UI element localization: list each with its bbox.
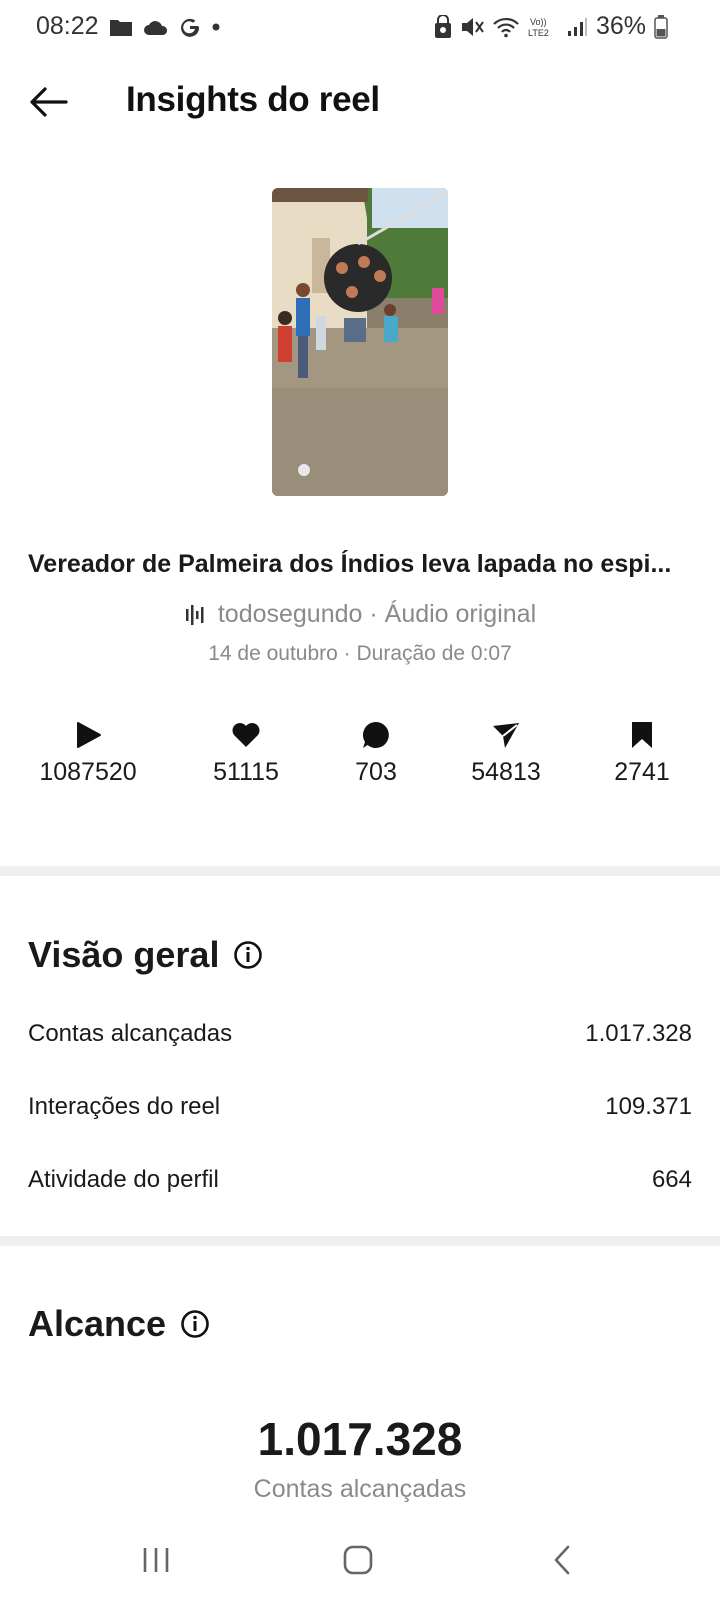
reach-section-title: Alcance: [28, 1303, 210, 1345]
row-value: 109.371: [605, 1093, 692, 1120]
svg-text:LTE2: LTE2: [528, 28, 549, 38]
app-header: Insights do reel: [0, 62, 720, 142]
row-label: Atividade do perfil: [28, 1166, 219, 1193]
share-icon: [493, 723, 519, 748]
battery-percent: 36%: [595, 12, 646, 40]
reel-date-duration: 14 de outubro · Duração de 0:07: [208, 642, 512, 665]
bookmark-icon: [632, 722, 652, 748]
overview-row-profile-activity[interactable]: Atividade do perfil 664: [28, 1166, 692, 1194]
arrow-left-icon: [30, 87, 68, 117]
status-time: 08:22: [36, 12, 99, 40]
reel-caption: Vereador de Palmeira dos Índios leva lap…: [28, 550, 672, 578]
status-bar: 08:22 Vo)) LTE2 36%: [0, 0, 720, 52]
status-bar-left: 08:22: [36, 12, 221, 41]
reel-preview-image: [272, 188, 448, 496]
row-label: Contas alcançadas: [28, 1020, 233, 1047]
lock-recycle-icon: [434, 14, 452, 39]
stat-shares: 54813: [436, 720, 576, 787]
reach-title: Alcance: [28, 1303, 167, 1344]
audio-waveform-icon: [185, 604, 204, 625]
back-button[interactable]: [24, 80, 72, 124]
reel-stats-row: 1087520 51115 703 54813 2741: [0, 720, 720, 810]
page-title: Insights do reel: [126, 80, 380, 119]
reel-thumbnail[interactable]: [272, 188, 448, 496]
google-icon: [179, 16, 201, 38]
battery-icon: [654, 14, 668, 39]
overview-section-title: Visão geral: [28, 934, 263, 976]
wifi-icon: [492, 16, 520, 38]
svg-text:Vo)): Vo)): [530, 17, 547, 27]
overview-row-accounts-reached[interactable]: Contas alcançadas 1.017.328: [28, 1020, 692, 1048]
recent-apps-icon: [143, 1548, 169, 1572]
stat-likes: 51115: [176, 720, 316, 787]
notification-dot-icon: [211, 22, 221, 32]
row-value: 664: [651, 1166, 692, 1193]
audio-line[interactable]: todosegundo · Áudio original: [0, 600, 720, 629]
section-divider: [0, 866, 720, 876]
stat-plays: 1087520: [18, 720, 158, 787]
overview-row-reel-interactions[interactable]: Interações do reel 109.371: [28, 1093, 692, 1121]
system-nav-bar: [0, 1520, 720, 1600]
comment-icon: [362, 721, 389, 748]
folder-icon: [109, 17, 133, 37]
overview-title: Visão geral: [28, 934, 220, 975]
info-icon[interactable]: [180, 1309, 210, 1339]
stat-value: 1087520: [39, 758, 137, 786]
signal-icon: [566, 16, 588, 38]
audio-label: todosegundo · Áudio original: [217, 600, 537, 628]
mute-icon: [460, 16, 484, 38]
cloud-icon: [143, 18, 169, 36]
stat-value: 703: [355, 758, 397, 786]
system-back-button[interactable]: [532, 1538, 592, 1582]
reach-total: 1.017.328: [257, 1413, 463, 1465]
stat-saves: 2741: [572, 720, 712, 787]
row-label: Interações do reel: [28, 1093, 221, 1120]
stat-value: 51115: [213, 758, 279, 786]
stat-comments: 703: [306, 720, 446, 787]
row-value: 1.017.328: [585, 1020, 692, 1047]
recent-apps-button[interactable]: [126, 1538, 186, 1582]
reach-label: Contas alcançadas: [253, 1475, 467, 1503]
stat-value: 54813: [471, 758, 541, 786]
home-button[interactable]: [328, 1538, 388, 1582]
status-bar-right: Vo)) LTE2 36%: [434, 12, 668, 41]
section-divider: [0, 1236, 720, 1246]
play-icon: [77, 722, 101, 748]
heart-icon: [232, 723, 260, 747]
home-icon: [343, 1545, 373, 1575]
chevron-left-icon: [554, 1545, 570, 1575]
info-icon[interactable]: [233, 940, 263, 970]
stat-value: 2741: [614, 758, 670, 786]
volte-lte-icon: Vo)) LTE2: [528, 15, 558, 39]
